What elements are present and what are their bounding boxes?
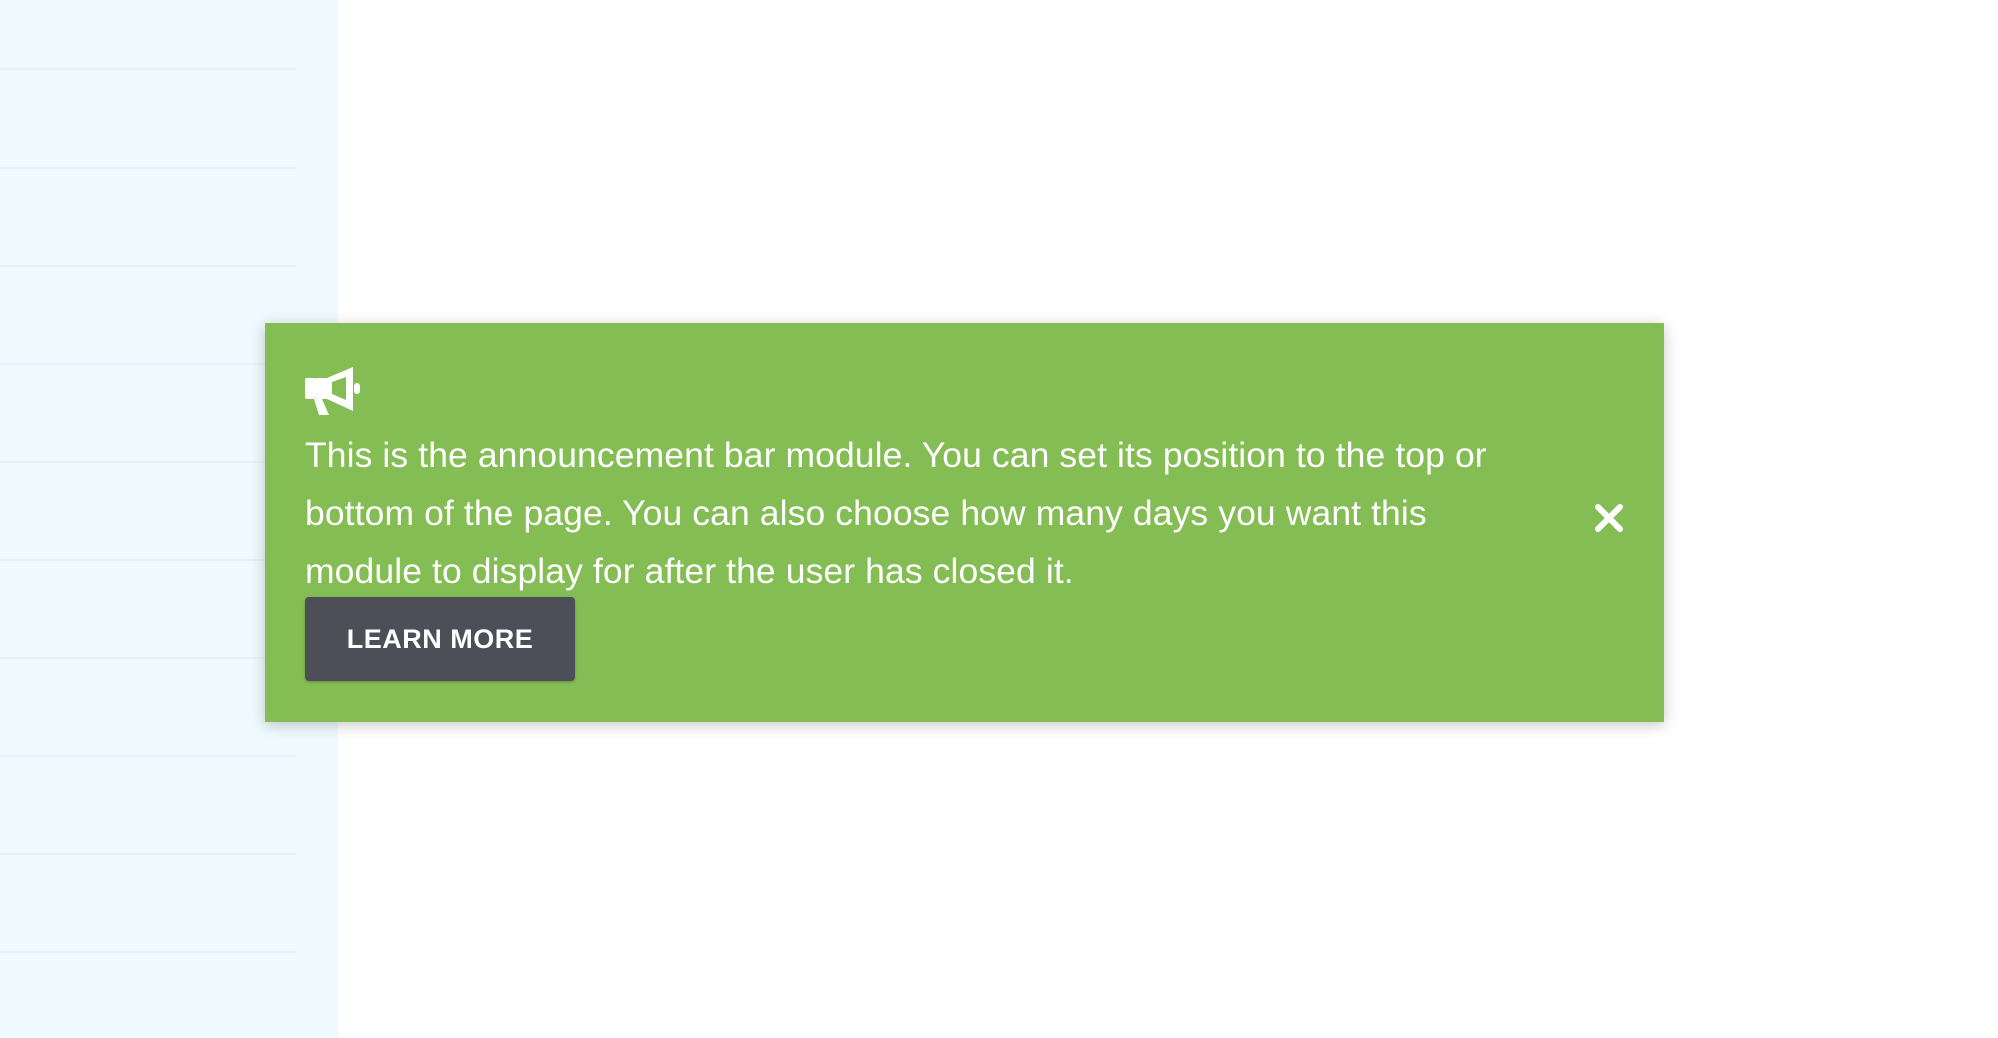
sidebar-divider [0,363,296,365]
megaphone-icon [305,367,361,417]
sidebar-divider [0,951,296,953]
learn-more-button[interactable]: LEARN MORE [305,597,575,681]
close-button[interactable] [1589,500,1629,540]
announcement-bar: This is the announcement bar module. You… [265,323,1664,722]
sidebar-divider [0,657,296,659]
sidebar-divider [0,755,296,757]
announcement-message: This is the announcement bar module. You… [305,435,1487,591]
sidebar-divider [0,559,296,561]
sidebar-divider [0,461,296,463]
sidebar-divider [0,167,296,169]
sidebar-divider [0,68,296,70]
close-icon [1594,503,1624,538]
sidebar-divider [0,265,296,267]
sidebar-divider [0,853,296,855]
